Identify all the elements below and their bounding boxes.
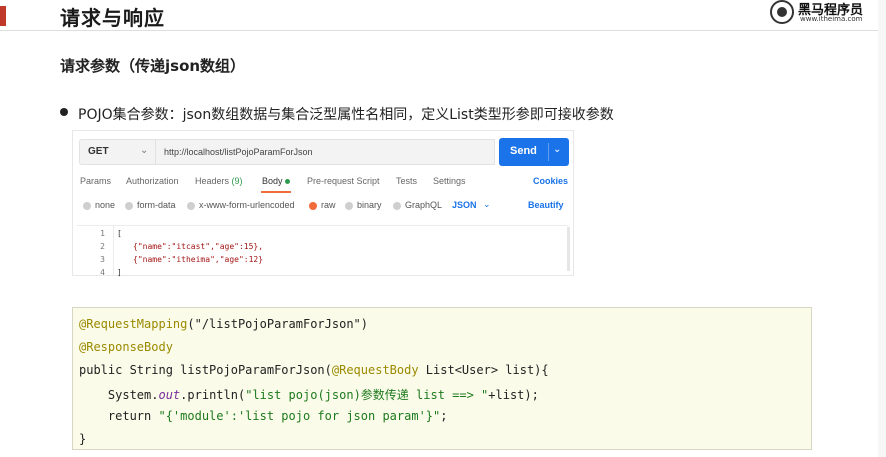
send-divider (548, 143, 549, 161)
tab-headers[interactable]: Headers (9) (195, 176, 243, 186)
code-text: +list); (488, 388, 539, 402)
logo-url: www.itheima.com (800, 15, 863, 23)
editor-line: [ (117, 229, 122, 238)
code-line: @ResponseBody (79, 340, 173, 354)
line-number: 1 (100, 229, 105, 238)
code-line: return "{'module':'list pojo for json pa… (79, 409, 448, 423)
editor-gutter-divider (113, 225, 114, 275)
url-text: http://localhost/listPojoParamForJson (164, 147, 313, 157)
header-divider (0, 30, 886, 31)
tab-params[interactable]: Params (80, 176, 111, 186)
annotation: @ResponseBody (79, 340, 173, 354)
tab-settings[interactable]: Settings (433, 176, 466, 186)
code-line: System.out.println("list pojo(json)参数传递 … (79, 386, 539, 403)
code-text: ("/listPojoParamForJson") (187, 317, 368, 331)
postman-request-panel: GET ⌄ http://localhost/listPojoParamForJ… (72, 130, 574, 277)
tab-body[interactable]: Body (262, 176, 283, 186)
radio-graphql-label[interactable]: GraphQL (405, 200, 442, 210)
headers-count: (9) (231, 176, 243, 186)
code-string: "list pojo(json)参数传递 list ==> " (245, 388, 489, 402)
bullet-text: POJO集合参数：json数组数据与集合泛型属性名相同，定义List类型形参即可… (78, 107, 614, 123)
code-field: out (158, 388, 181, 402)
tab-pre-request-script[interactable]: Pre-request Script (307, 176, 380, 186)
radio-none[interactable] (83, 202, 91, 210)
tab-headers-label: Headers (195, 176, 230, 186)
code-line: public String listPojoParamForJson(@Requ… (79, 363, 549, 377)
code-line: @RequestMapping("/listPojoParamForJson") (79, 317, 368, 331)
radio-graphql[interactable] (393, 202, 401, 210)
title-accent-bar (0, 6, 6, 26)
java-code-block: @RequestMapping("/listPojoParamForJson")… (72, 307, 812, 450)
radio-none-label[interactable]: none (95, 200, 115, 210)
code-text: List<User> list){ (418, 363, 549, 377)
chevron-down-icon[interactable]: ⌄ (553, 144, 561, 155)
chevron-down-icon: ⌄ (140, 145, 149, 156)
active-tab-underline (261, 191, 291, 193)
tab-tests[interactable]: Tests (396, 176, 417, 186)
code-text: } (79, 432, 87, 446)
slide-right-edge (878, 0, 886, 457)
radio-raw-label[interactable]: raw (321, 200, 336, 210)
section-subtitle: 请求参数（传递json数组） (60, 57, 246, 75)
code-text: System. (79, 388, 159, 402)
code-line: } (79, 432, 86, 446)
line-number: 2 (100, 242, 105, 251)
tab-authorization[interactable]: Authorization (126, 176, 179, 186)
method-label: GET (88, 146, 109, 157)
send-label: Send (510, 145, 537, 157)
code-string: "{'module':'list pojo for json param'}" (158, 409, 441, 423)
chevron-down-icon[interactable]: ⌄ (483, 199, 491, 210)
editor-line: ] (117, 268, 122, 277)
editor-line: {"name":"itcast","age":15}, (133, 242, 264, 251)
annotation: @RequestBody (331, 363, 419, 377)
radio-raw[interactable] (309, 202, 317, 210)
cookies-link[interactable]: Cookies (533, 176, 568, 186)
radio-binary[interactable] (345, 202, 353, 210)
radio-form-data[interactable] (125, 202, 133, 210)
format-select[interactable]: JSON (452, 200, 477, 210)
radio-urlencoded[interactable] (187, 202, 195, 210)
editor-scrollbar[interactable] (567, 227, 570, 271)
annotation: @RequestMapping (79, 317, 188, 331)
itheima-logo: 黑马程序员 www.itheima.com (770, 0, 882, 26)
code-text: ; (440, 409, 448, 423)
editor-line: {"name":"itheima","age":12} (133, 255, 264, 264)
send-button[interactable]: Send ⌄ (499, 138, 569, 166)
bullet-icon (60, 108, 68, 116)
code-text: public String listPojoParamForJson( (79, 363, 332, 377)
radio-binary-label[interactable]: binary (357, 200, 382, 210)
radio-form-data-label[interactable]: form-data (137, 200, 176, 210)
logo-icon (770, 0, 794, 24)
line-number: 4 (100, 268, 105, 277)
body-active-dot (285, 179, 290, 184)
method-select[interactable]: GET ⌄ (79, 139, 155, 165)
code-text: return (79, 409, 159, 423)
radio-urlencoded-label[interactable]: x-www-form-urlencoded (199, 200, 295, 210)
url-input[interactable]: http://localhost/listPojoParamForJson (155, 139, 495, 165)
code-text: .println( (180, 388, 246, 402)
page-title: 请求与响应 (60, 6, 165, 30)
beautify-link[interactable]: Beautify (528, 200, 564, 210)
line-number: 3 (100, 255, 105, 264)
